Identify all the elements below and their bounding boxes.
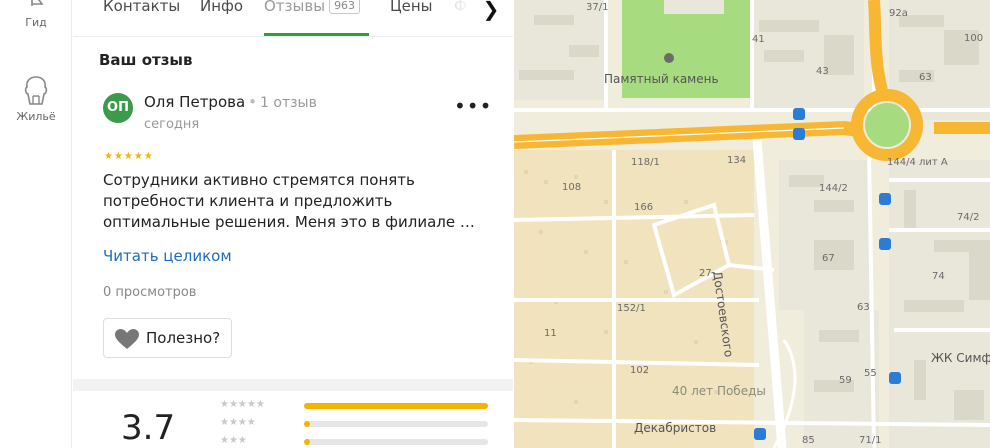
map-label: 63 — [857, 302, 870, 313]
map-view[interactable]: 37/1 41 43 92а 100 63 Памятный камень 11… — [514, 0, 990, 448]
tab-bar: Контакты Инфо Отзывы963 Цены Ф ❯ — [73, 0, 513, 37]
map-label: 74/2 — [957, 212, 980, 223]
rating-dist-fill-4 — [304, 421, 310, 427]
map-label: 55 — [864, 368, 877, 379]
left-rail: Гид Жильё — [0, 0, 72, 448]
map-canvas — [514, 0, 990, 448]
section-divider — [73, 379, 513, 391]
tab-reviews-count-badge: 963 — [329, 0, 361, 14]
review-author-line: Оля Петрова • 1 отзыв — [144, 93, 317, 111]
rail-guide-label: Гид — [25, 16, 47, 29]
your-review-title: Ваш отзыв — [99, 51, 193, 69]
useful-label: Полезно? — [146, 329, 221, 347]
map-label: 166 — [634, 202, 654, 213]
tab-info[interactable]: Инфо — [200, 0, 243, 15]
rail-housing-label: Жильё — [16, 110, 56, 123]
housing-icon — [0, 74, 72, 110]
app-root: Гид Жильё Контакты Инфо Отзывы963 Цены Ф… — [0, 0, 990, 448]
rating-dist-stars-4: ★★★★ — [220, 417, 256, 428]
tab-fade — [433, 0, 483, 30]
map-label: 92а — [889, 8, 908, 19]
tab-prices[interactable]: Цены — [390, 0, 433, 15]
review-rating-stars: ★★★★★ — [104, 151, 154, 162]
separator-dot: • — [248, 93, 258, 111]
rating-dist-stars-5: ★★★★★ — [220, 399, 265, 410]
rail-item-guide[interactable]: Гид — [0, 0, 72, 29]
map-label-district: 40 лет Победы — [672, 384, 766, 398]
review-text: Сотрудники активно стремятся понять потр… — [103, 171, 475, 231]
read-full-link[interactable]: Читать целиком — [103, 247, 232, 265]
map-label: 118/1 — [631, 157, 660, 168]
active-tab-indicator — [264, 33, 369, 36]
map-label: 41 — [752, 34, 765, 45]
map-label: 71/1 — [859, 435, 882, 446]
map-label: 102 — [630, 365, 650, 376]
map-label: 37/1 — [586, 2, 609, 13]
map-label: 85 — [802, 435, 815, 446]
avatar[interactable]: ОП — [103, 93, 133, 123]
tab-contacts[interactable]: Контакты — [103, 0, 180, 15]
map-label: 144/2 — [819, 183, 848, 194]
rail-item-housing[interactable]: Жильё — [0, 74, 72, 123]
map-label: 59 — [839, 375, 852, 386]
review-author-name[interactable]: Оля Петрова — [144, 93, 245, 111]
map-label: 152/1 — [617, 303, 646, 314]
map-label: 43 — [816, 66, 829, 77]
useful-button[interactable]: Полезно? — [103, 318, 232, 358]
rating-dist-fill-3 — [304, 439, 310, 445]
map-label: 100 — [964, 33, 984, 44]
map-label: 63 — [919, 72, 932, 83]
guide-icon — [0, 0, 72, 16]
map-label: 11 — [544, 328, 557, 339]
average-rating: 3.7 — [121, 408, 176, 448]
more-options-icon[interactable]: ••• — [454, 96, 492, 116]
map-label-zhk[interactable]: ЖК Симф — [931, 351, 990, 365]
map-label-street: Декабристов — [634, 421, 717, 435]
rating-dist-fill-5 — [304, 403, 488, 409]
review-views: 0 просмотров — [103, 285, 197, 300]
tabs-next-chevron-icon[interactable]: ❯ — [481, 0, 501, 21]
tab-reviews[interactable]: Отзывы 963 — [264, 0, 361, 15]
memorial-pin-icon[interactable] — [664, 53, 674, 63]
map-label: 74 — [932, 271, 945, 282]
rating-dist-track-4 — [304, 421, 488, 427]
review-date: сегодня — [144, 117, 200, 132]
map-label: 67 — [822, 253, 835, 264]
heart-icon — [115, 329, 139, 349]
map-label: 134 — [727, 155, 747, 166]
rating-dist-track-5 — [304, 403, 488, 409]
review-author-count: 1 отзыв — [260, 95, 317, 111]
reviews-panel: Контакты Инфо Отзывы963 Цены Ф ❯ Ваш отз… — [73, 0, 513, 448]
map-label-memorial[interactable]: Памятный камень — [604, 72, 719, 86]
map-label: 144/4 лит А — [887, 157, 948, 168]
map-label: 108 — [562, 182, 582, 193]
tab-reviews-label: Отзывы — [264, 0, 326, 15]
rating-dist-track-3 — [304, 439, 488, 445]
rating-dist-stars-3: ★★★ — [220, 435, 247, 446]
